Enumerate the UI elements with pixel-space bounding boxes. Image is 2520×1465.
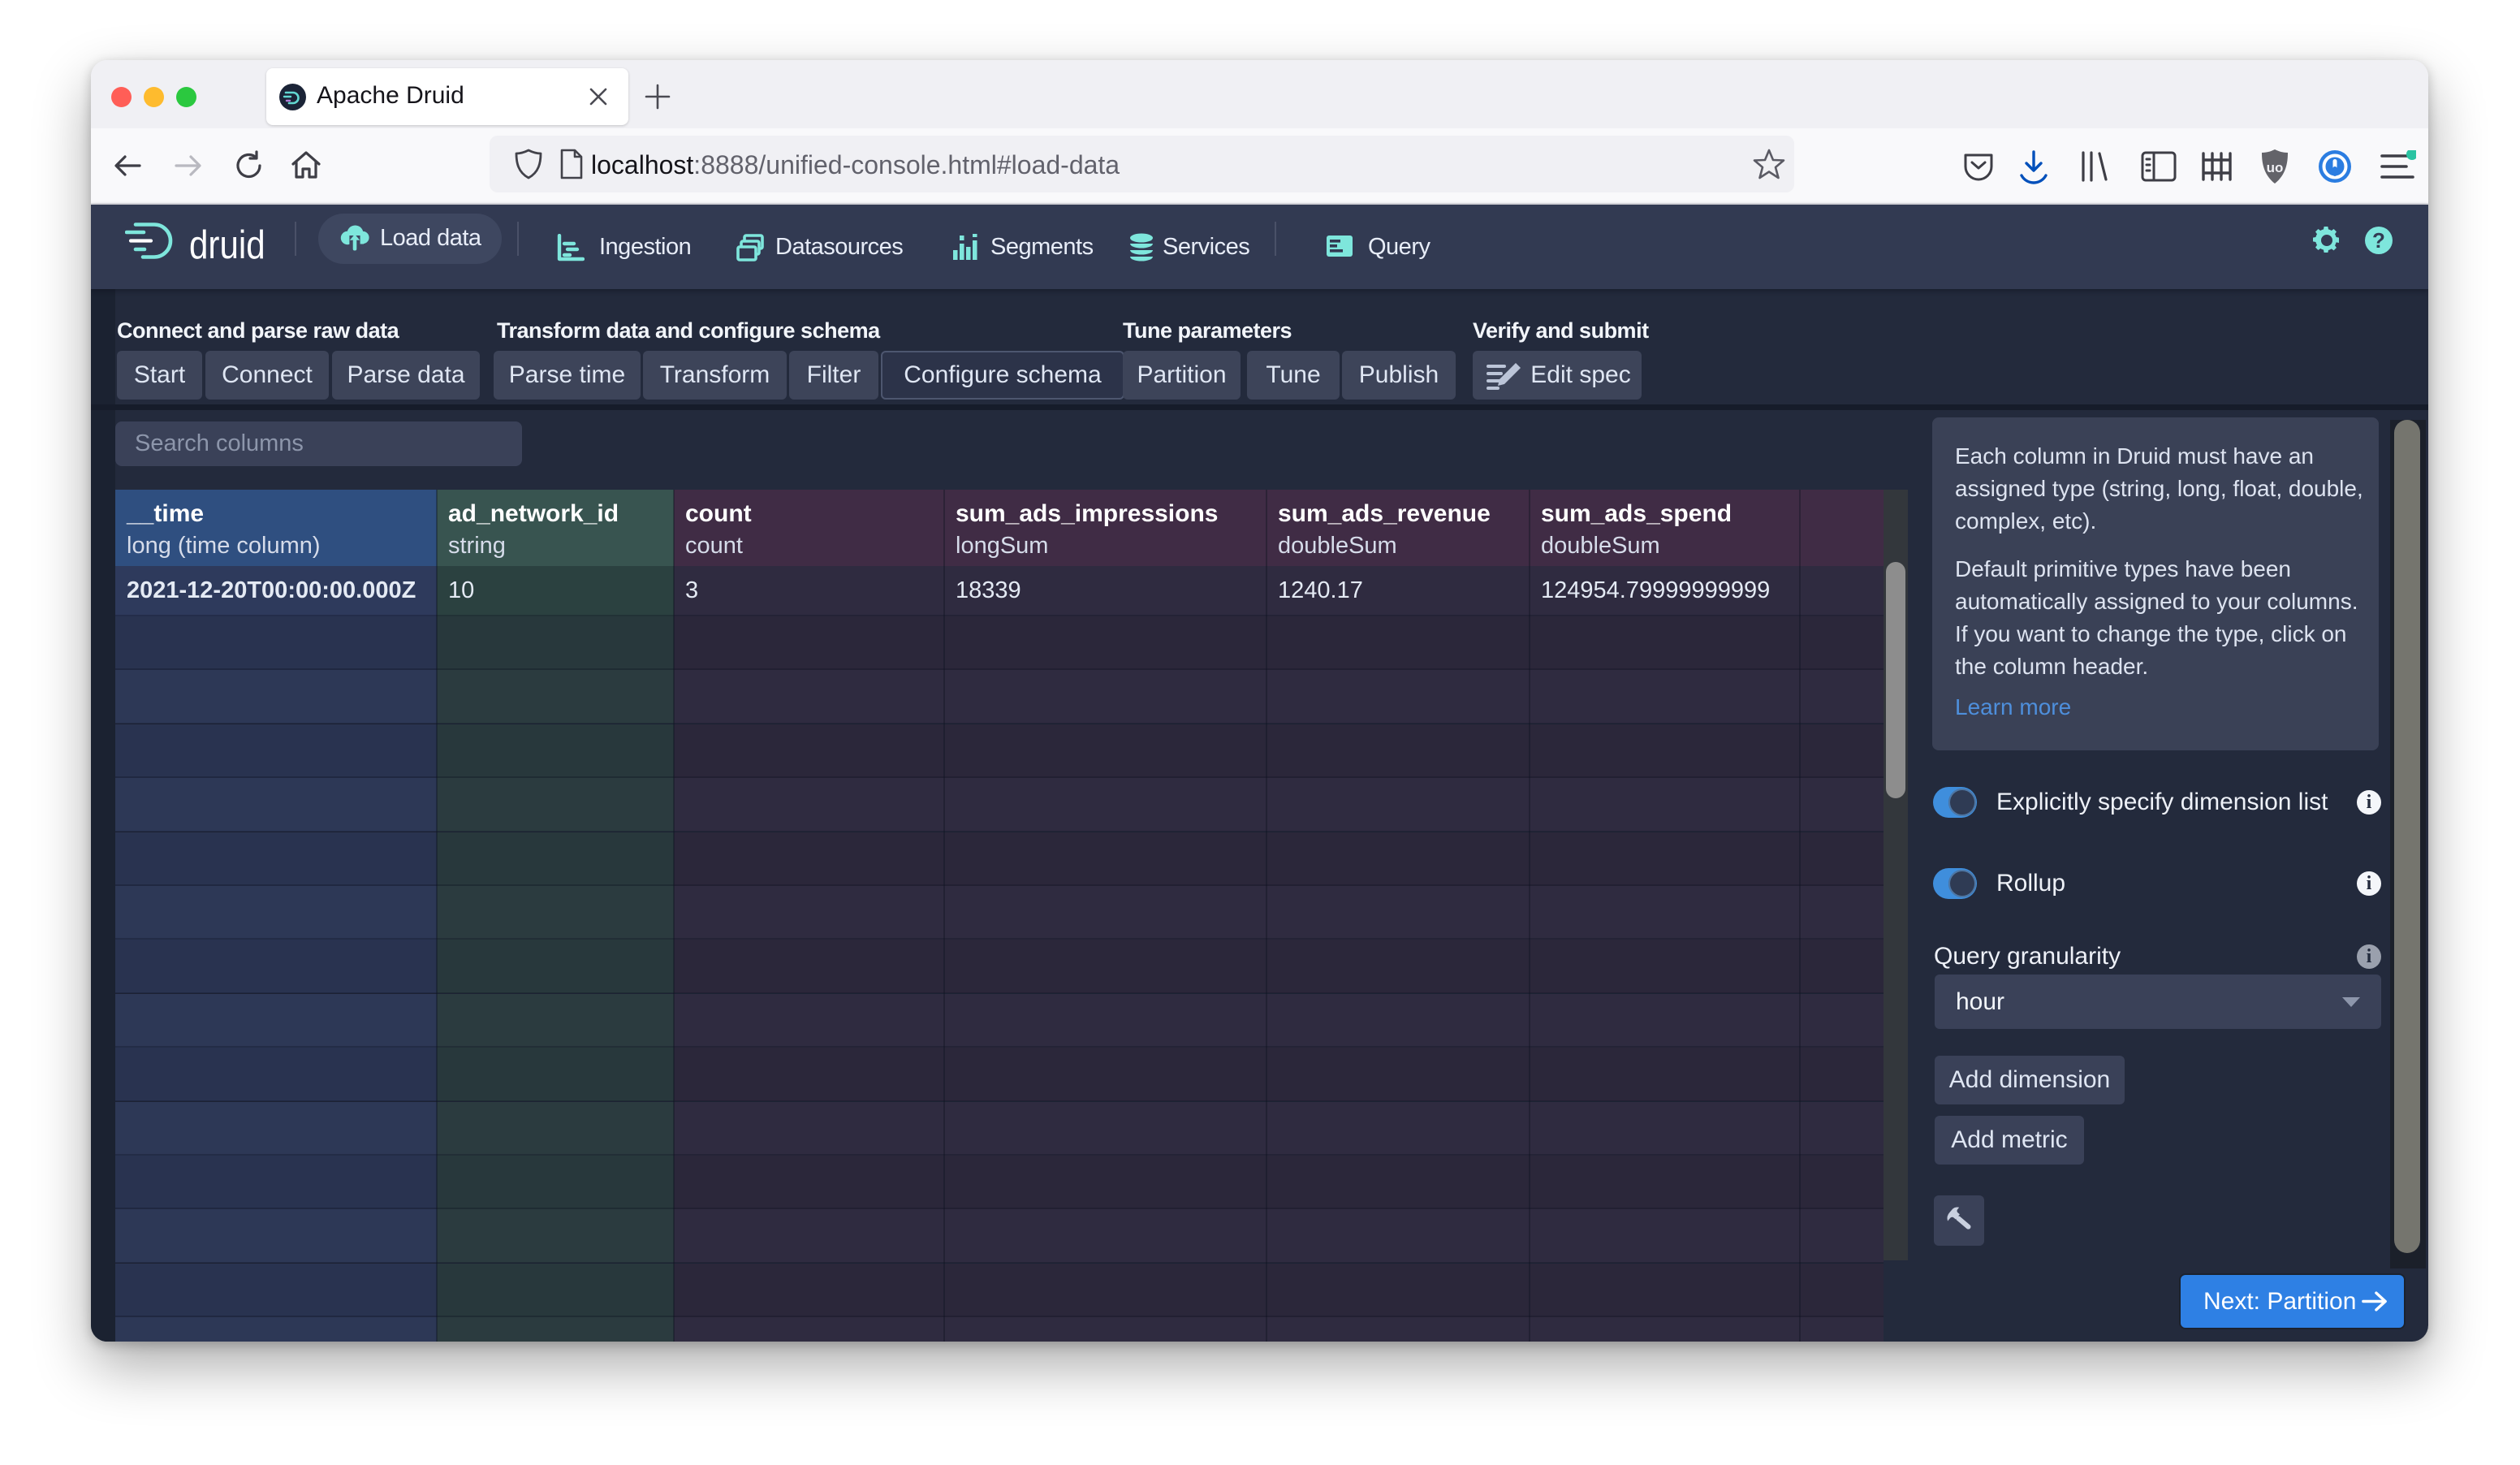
svg-text:uo: uo [2267,160,2284,175]
svg-text:?: ? [2372,228,2385,253]
